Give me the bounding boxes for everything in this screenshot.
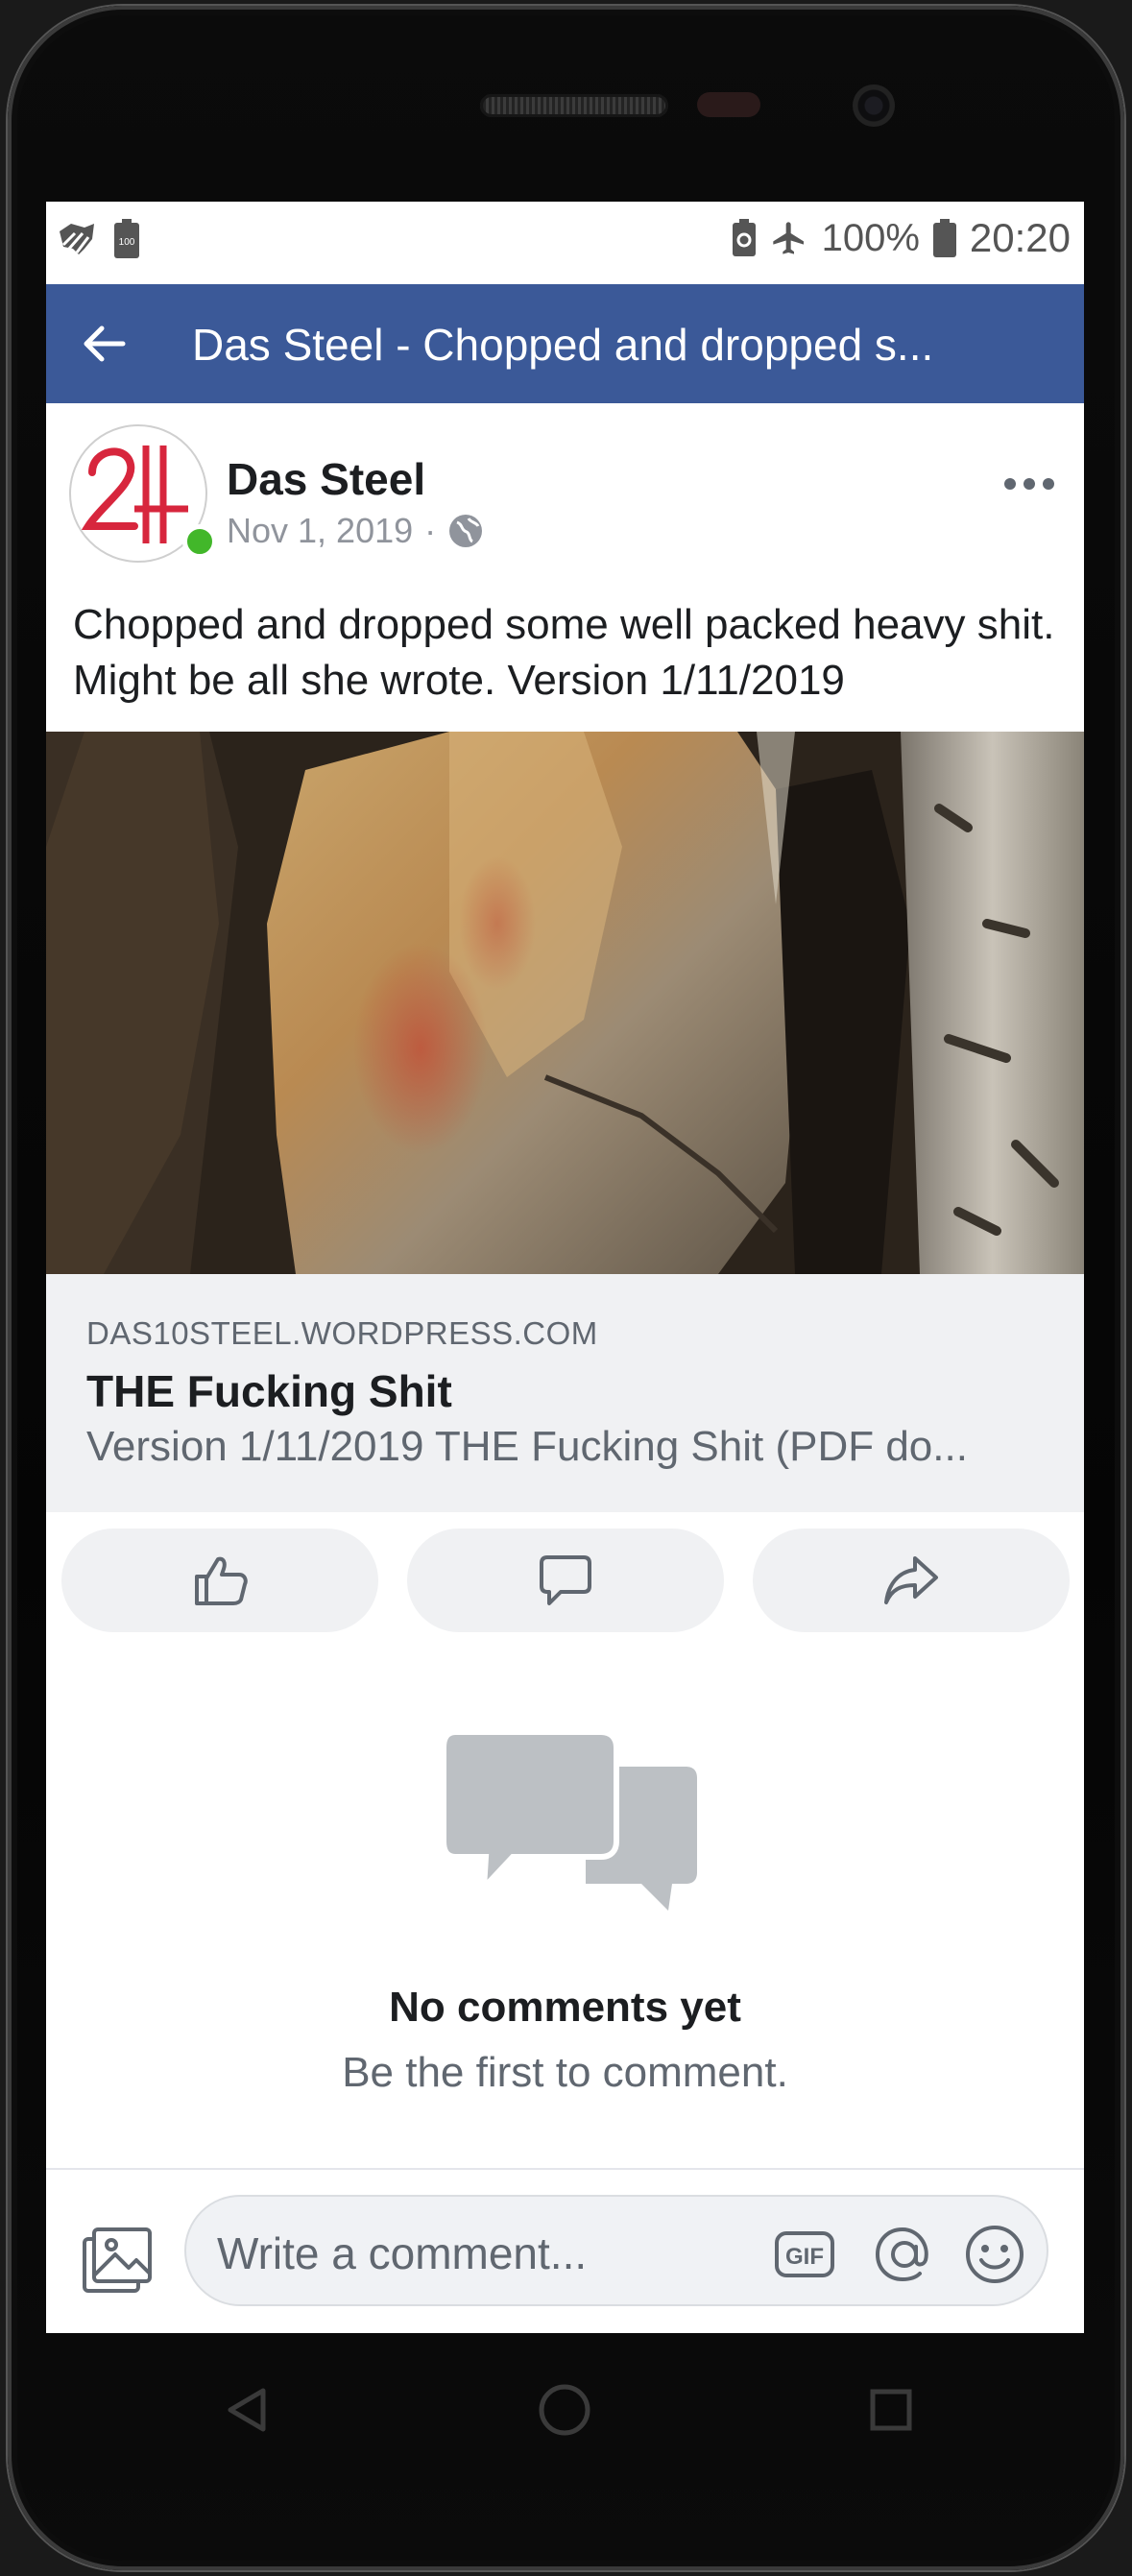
status-bar: 100 100% 20:20: [46, 202, 1084, 284]
emoji-button[interactable]: [964, 2224, 1025, 2285]
empty-comments-title: No comments yet: [389, 1984, 741, 2031]
svg-text:GIF: GIF: [785, 2244, 824, 2270]
post-meta: Nov 1, 2019 ·: [227, 511, 484, 551]
svg-text:100: 100: [119, 237, 135, 248]
battery-percent: 100%: [821, 216, 920, 259]
no-comments-icon: [442, 1729, 697, 1911]
android-nav-bar: [46, 2333, 1084, 2496]
comment-button[interactable]: [407, 1529, 724, 1632]
like-button[interactable]: [61, 1529, 378, 1632]
screen: 100 100% 20:20 Das Steel - Chopped and d…: [46, 202, 1084, 2333]
post-date[interactable]: Nov 1, 2019: [227, 511, 413, 551]
comment-placeholder: Write a comment...: [217, 2228, 588, 2278]
back-arrow-icon[interactable]: [81, 321, 127, 367]
post-actions: [46, 1529, 1084, 1634]
more-options-icon[interactable]: [1002, 474, 1056, 494]
weather-map-icon: [60, 224, 94, 254]
battery-100-icon: 100: [114, 219, 139, 258]
nav-back-button[interactable]: [217, 2381, 275, 2439]
page-title: Das Steel - Chopped and dropped s...: [192, 320, 934, 370]
photo-picker-icon[interactable]: [81, 2226, 154, 2295]
app-bar: Das Steel - Chopped and dropped s...: [46, 284, 1084, 403]
post-text: Chopped and dropped some well packed hea…: [73, 601, 1055, 704]
nav-home-icon: [539, 2384, 590, 2436]
share-button[interactable]: [753, 1529, 1070, 1632]
link-domain: DAS10STEEL.WORDPRESS.COM: [86, 1315, 598, 1351]
globe-icon: [449, 515, 483, 547]
comment-composer: Write a comment... GIF: [46, 2168, 1084, 2333]
smiley-icon: [966, 2226, 1024, 2283]
at-sign-icon: [875, 2227, 928, 2282]
clock: 20:20: [969, 215, 1071, 260]
link-description: Version 1/11/2019 THE Fucking Shit (PDF …: [86, 1423, 968, 1470]
airplane-mode-icon: [772, 222, 804, 254]
link-title[interactable]: THE Fucking Shit: [86, 1365, 452, 1417]
gif-button[interactable]: GIF: [774, 2224, 835, 2285]
thumbs-up-icon: [195, 1556, 248, 1605]
battery-icon: [932, 219, 956, 257]
share-arrow-icon: [884, 1556, 938, 1604]
comment-input[interactable]: Write a comment... GIF: [184, 2195, 1048, 2306]
earpiece-speaker: [480, 94, 668, 117]
nav-recents-button[interactable]: [862, 2381, 920, 2439]
post-author[interactable]: Das Steel: [227, 453, 425, 505]
gif-icon: GIF: [775, 2231, 834, 2277]
meta-separator: ·: [424, 511, 437, 550]
nav-home-button[interactable]: [536, 2381, 593, 2439]
front-camera: [853, 84, 895, 127]
proximity-sensor: [697, 92, 760, 117]
comment-bubble-icon: [540, 1555, 591, 1605]
nav-back-icon: [228, 2388, 266, 2432]
nav-recents-icon: [870, 2389, 912, 2431]
post-image[interactable]: [46, 732, 1084, 1274]
empty-comments-subtitle: Be the first to comment.: [342, 2049, 788, 2096]
online-status-dot: [182, 524, 217, 559]
battery-saver-icon: [732, 219, 756, 256]
mention-button[interactable]: [874, 2224, 935, 2285]
rock-art-photo: [46, 732, 1084, 1274]
